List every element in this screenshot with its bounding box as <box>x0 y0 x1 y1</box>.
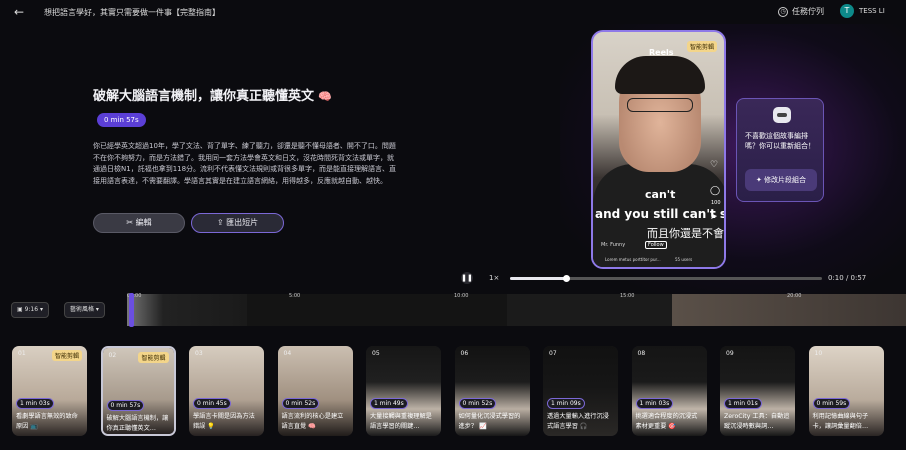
clip-heading: 破解大腦語言機制，讓你真正聽懂英文 🧠 <box>93 85 332 104</box>
smart-edit-badge: 智能剪輯 <box>687 41 718 52</box>
clip-duration: 1 min 01s <box>724 398 762 409</box>
clip-duration: 0 min 57s <box>106 400 145 411</box>
clip-caption: 學語言卡關是因為方法錯誤 💡 <box>193 413 255 430</box>
clip-heading-text: 破解大腦語言機制，讓你真正聽懂英文 <box>93 89 315 104</box>
clip-caption: 看劇學語言無效的致命原因 📺 <box>16 413 78 430</box>
timeline-mark: 10:00 <box>454 293 469 299</box>
clip-caption: 如何量化沉浸式學習的進步？ 📈 <box>458 413 521 430</box>
export-button-label: 匯出短片 <box>226 218 259 227</box>
clock-icon: ◷ <box>778 6 788 17</box>
clip-thumbnail[interactable]: 03 0 min 45s 學語言卡關是因為方法錯誤 💡 <box>189 346 264 436</box>
preview-username: Mr. Funny <box>601 242 626 248</box>
task-queue-label: 任務佇列 <box>792 7 824 16</box>
clip-duration: 0 min 45s <box>193 398 231 409</box>
timeline-mark: 15:00 <box>620 293 635 299</box>
clip-number: 08 <box>637 350 646 357</box>
aspect-ratio-label: 9:16 <box>24 306 39 313</box>
clip-thumbnail[interactable]: 07 1 min 09s 透過大量輸入進行沉浸式語言學習 🎧 <box>543 346 618 436</box>
edit-button-label: 編輯 <box>135 218 152 227</box>
clip-caption: 語言流利的核心是建立語言直覺 🧠 <box>281 413 344 430</box>
clip-number: 01 <box>18 350 26 357</box>
clip-duration: 0 min 52s <box>458 398 497 409</box>
clip-caption: 大量接觸與重複理解是語言學習的關鍵… <box>370 413 432 430</box>
clip-thumbnail[interactable]: 10 0 min 59s 利用記憶曲線與句子卡，讓詞彙量翻倍… <box>808 346 884 436</box>
duration-badge: 0 min 57s <box>97 113 146 127</box>
timeline-segment <box>507 294 672 326</box>
clip-number: 07 <box>549 350 557 357</box>
clip-thumbnail[interactable]: 02 智能剪輯 0 min 57s 破解大腦語言機制，讓你真正聽懂英文… <box>100 346 176 436</box>
user-name: TESS LI <box>859 7 885 15</box>
clip-strip: 01 智能剪輯 1 min 03s 看劇學語言無效的致命原因 📺 02 智能剪輯 0 min… <box>12 346 906 436</box>
timeline[interactable]: 00:00 5:00 10:00 15:00 20:00 <box>127 293 906 326</box>
clip-caption: ZeroCity 工具：自動追蹤沉浸時數與詞… <box>724 413 790 430</box>
clip-duration: 1 min 03s <box>635 398 674 409</box>
timeline-segment <box>127 294 247 326</box>
clip-caption: 破解大腦語言機制，讓你真正聽懂英文… <box>106 415 169 432</box>
share-icon: ➤ <box>710 212 718 222</box>
clip-duration: 1 min 03s <box>16 398 54 409</box>
preview-users: 55 users <box>675 257 693 262</box>
follow-label: Follow <box>645 241 667 249</box>
clip-thumbnail[interactable]: 08 1 min 03s 挑選適合程度的沉浸式素材更重要 🎯 <box>631 346 707 436</box>
timeline-mark: 5:00 <box>289 293 301 299</box>
pause-button[interactable]: ❚❚ <box>461 272 473 284</box>
clip-number: 10 <box>814 350 823 357</box>
timeline-mark: 20:00 <box>787 293 802 299</box>
caption-line-2: and you still can't spe <box>595 207 724 221</box>
back-arrow-icon[interactable]: ← <box>14 5 24 19</box>
clip-description: 你已經學英文超過10年，學了文法、背了單字、練了聽力，卻還是聽不懂母語者、開不了… <box>93 142 397 185</box>
clip-thumbnail[interactable]: 09 1 min 01s ZeroCity 工具：自動追蹤沉浸時數與詞… <box>720 346 795 436</box>
caption-line-3: 而且你還是不會 <box>647 227 724 240</box>
clip-duration: 0 min 59s <box>812 398 851 409</box>
clip-duration: 1 min 09s <box>547 398 585 409</box>
art-style-select[interactable]: 藝術風格 ▾ <box>64 302 105 318</box>
clip-number: 05 <box>372 350 380 357</box>
art-style-label: 藝術風格 <box>70 306 95 313</box>
robot-icon <box>773 107 791 123</box>
progress-track[interactable] <box>510 275 822 282</box>
clip-number: 06 <box>460 350 469 357</box>
user-menu[interactable]: T TESS LI <box>840 4 885 18</box>
recompose-button[interactable]: ✦ 修改片段組合 <box>745 169 817 191</box>
reels-label: Reels <box>649 48 674 57</box>
avatar: T <box>840 4 854 18</box>
clip-thumbnail[interactable]: 04 0 min 52s 語言流利的核心是建立語言直覺 🧠 <box>277 346 353 436</box>
task-queue-button[interactable]: ◷ 任務佇列 <box>778 6 824 17</box>
smart-edit-badge: 智能剪輯 <box>138 352 169 363</box>
progress-fill <box>510 277 567 280</box>
clip-number: 09 <box>726 350 734 357</box>
clip-caption: 透過大量輸入進行沉浸式語言學習 🎧 <box>547 413 609 430</box>
clip-duration: 1 min 49s <box>370 398 408 409</box>
clip-duration: 0 min 52s <box>281 398 320 409</box>
recompose-card: 不喜歡這個故事編排嗎？你可以重新組合！ ✦ 修改片段組合 <box>736 98 824 202</box>
side-count: 100 <box>711 200 721 206</box>
caption-line-1: can't <box>645 188 676 201</box>
export-button[interactable]: ⇪ 匯出短片 <box>191 213 284 233</box>
page-title: 想把語言學好，其實只需要做一件事【完整指南】 <box>44 8 220 17</box>
clip-caption: 挑選適合程度的沉浸式素材更重要 🎯 <box>635 413 698 430</box>
comment-icon: ◯ <box>710 186 721 196</box>
video-preview[interactable]: Reels 智能剪輯 can't and you still can't spe… <box>591 30 726 269</box>
recompose-button-label: 修改片段組合 <box>764 176 807 184</box>
timeline-cursor[interactable] <box>129 293 134 327</box>
aspect-ratio-select[interactable]: ▣ 9:16 ▾ <box>11 302 49 318</box>
clip-number: 03 <box>195 350 203 357</box>
preview-lorem: Lorem metus porttitor pur... <box>605 257 661 262</box>
clip-thumbnail[interactable]: 01 智能剪輯 1 min 03s 看劇學語言無效的致命原因 📺 <box>12 346 87 436</box>
time-readout: 0:10 / 0:57 <box>828 274 867 282</box>
preview-glasses <box>627 98 693 112</box>
clip-number: 04 <box>283 350 292 357</box>
edit-button[interactable]: ✂ 編輯 <box>93 213 185 233</box>
clip-thumbnail[interactable]: 06 0 min 52s 如何量化沉浸式學習的進步？ 📈 <box>454 346 530 436</box>
speed-button[interactable]: 1× <box>489 274 499 282</box>
preview-hair <box>615 56 705 94</box>
clip-number: 02 <box>108 352 117 359</box>
brain-emoji: 🧠 <box>318 90 332 103</box>
clip-thumbnail[interactable]: 05 1 min 49s 大量接觸與重複理解是語言學習的關鍵… <box>366 346 441 436</box>
smart-edit-badge: 智能剪輯 <box>51 350 82 361</box>
recompose-text: 不喜歡這個故事編排嗎？你可以重新組合！ <box>745 132 815 150</box>
top-bar: ← 想把語言學好，其實只需要做一件事【完整指南】 ◷ 任務佇列 T TESS L… <box>0 0 906 24</box>
clip-caption: 利用記憶曲線與句子卡，讓詞彙量翻倍… <box>812 413 869 430</box>
heart-icon: ♡ <box>710 160 719 170</box>
